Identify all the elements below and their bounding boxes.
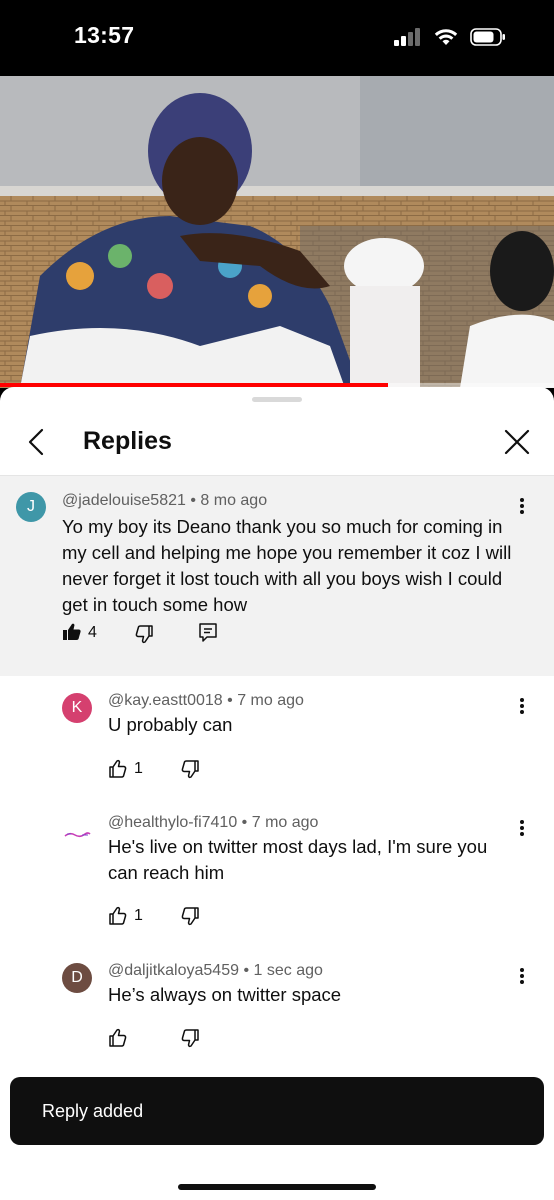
- battery-icon: [470, 28, 506, 51]
- meta-separator: •: [241, 814, 252, 831]
- reply-text: U probably can: [108, 714, 233, 735]
- reply-meta: @daljitkaloya5459 • 1 sec ago: [108, 962, 323, 980]
- snackbar: Reply added: [10, 1077, 544, 1145]
- avatar[interactable]: K: [62, 693, 92, 723]
- avatar-image: [64, 832, 91, 838]
- drag-handle[interactable]: [252, 397, 302, 402]
- like-count: 4: [88, 624, 97, 641]
- more-options-button[interactable]: [516, 817, 528, 839]
- more-vertical-icon: [520, 968, 524, 972]
- dislike-button[interactable]: [180, 759, 200, 779]
- comment-text: Yo my boy its Deano thank you so much fo…: [62, 516, 512, 615]
- cellular-signal-icon: [394, 28, 422, 51]
- avatar-letter: D: [71, 969, 83, 986]
- thumbs-up-icon: [63, 623, 81, 640]
- avatar-letter: J: [27, 498, 35, 515]
- thumbs-down-icon: [135, 625, 153, 644]
- like-count: 1: [134, 907, 143, 924]
- thumbs-up-icon: [109, 1028, 127, 1047]
- like-button[interactable]: [62, 622, 82, 642]
- reply-age: 7 mo ago: [237, 692, 304, 709]
- comment-age: 8 mo ago: [200, 492, 268, 509]
- reply-text: He's live on twitter most days lad, I'm …: [108, 836, 488, 883]
- chevron-left-icon: [28, 428, 44, 456]
- comment-author[interactable]: @jadelouise5821: [62, 492, 186, 509]
- thumbs-down-icon: [181, 1029, 199, 1048]
- dislike-button[interactable]: [180, 906, 200, 926]
- reply-author[interactable]: @daljitkaloya5459: [108, 962, 239, 979]
- parent-comment: J @jadelouise5821 • 8 mo ago Yo my boy i…: [0, 476, 554, 676]
- thumbs-up-icon: [109, 759, 127, 778]
- reply-age: 1 sec ago: [253, 962, 323, 979]
- sheet-title: Replies: [83, 427, 172, 455]
- reply-button[interactable]: [198, 622, 218, 644]
- video-player[interactable]: [0, 76, 554, 388]
- video-frame-image: [0, 76, 554, 388]
- dislike-button[interactable]: [180, 1028, 200, 1048]
- more-vertical-icon: [520, 698, 524, 702]
- more-vertical-icon: [520, 820, 524, 824]
- comment-meta: @jadelouise5821 • 8 mo ago: [62, 492, 267, 510]
- meta-separator: •: [190, 492, 201, 509]
- more-vertical-icon: [520, 498, 524, 502]
- dislike-button[interactable]: [134, 624, 154, 644]
- sheet-header: Replies: [0, 409, 554, 475]
- reply-age: 7 mo ago: [251, 814, 319, 831]
- meta-separator: •: [227, 692, 238, 709]
- avatar[interactable]: [62, 820, 92, 850]
- meta-separator: •: [243, 962, 254, 979]
- status-time: 13:57: [74, 22, 135, 48]
- avatar[interactable]: D: [62, 963, 92, 993]
- like-button[interactable]: [108, 759, 128, 779]
- reply-meta: @healthylo-fi7410 • 7 mo ago: [108, 814, 318, 832]
- home-indicator[interactable]: [178, 1184, 376, 1190]
- close-button[interactable]: [502, 427, 532, 457]
- reply-author[interactable]: @healthylo-fi7410: [108, 814, 237, 831]
- thumbs-up-icon: [109, 906, 127, 925]
- reply-author[interactable]: @kay.eastt0018: [108, 692, 223, 709]
- thumbs-down-icon: [181, 760, 199, 779]
- status-icons: [394, 28, 506, 51]
- reply-meta: @kay.eastt0018 • 7 mo ago: [108, 692, 304, 710]
- like-count: 1: [134, 760, 143, 777]
- avatar-letter: K: [71, 699, 83, 716]
- avatar[interactable]: J: [16, 492, 46, 522]
- like-button[interactable]: [108, 1028, 128, 1048]
- thumbs-down-icon: [181, 907, 199, 926]
- snackbar-text: Reply added: [42, 1101, 144, 1121]
- wifi-icon: [434, 28, 458, 51]
- back-button[interactable]: [22, 425, 50, 459]
- like-button[interactable]: [108, 906, 128, 926]
- status-bar: 13:57: [0, 0, 554, 76]
- comment-icon: [199, 623, 217, 642]
- reply-text: He’s always on twitter space: [108, 984, 342, 1005]
- close-icon: [504, 429, 530, 455]
